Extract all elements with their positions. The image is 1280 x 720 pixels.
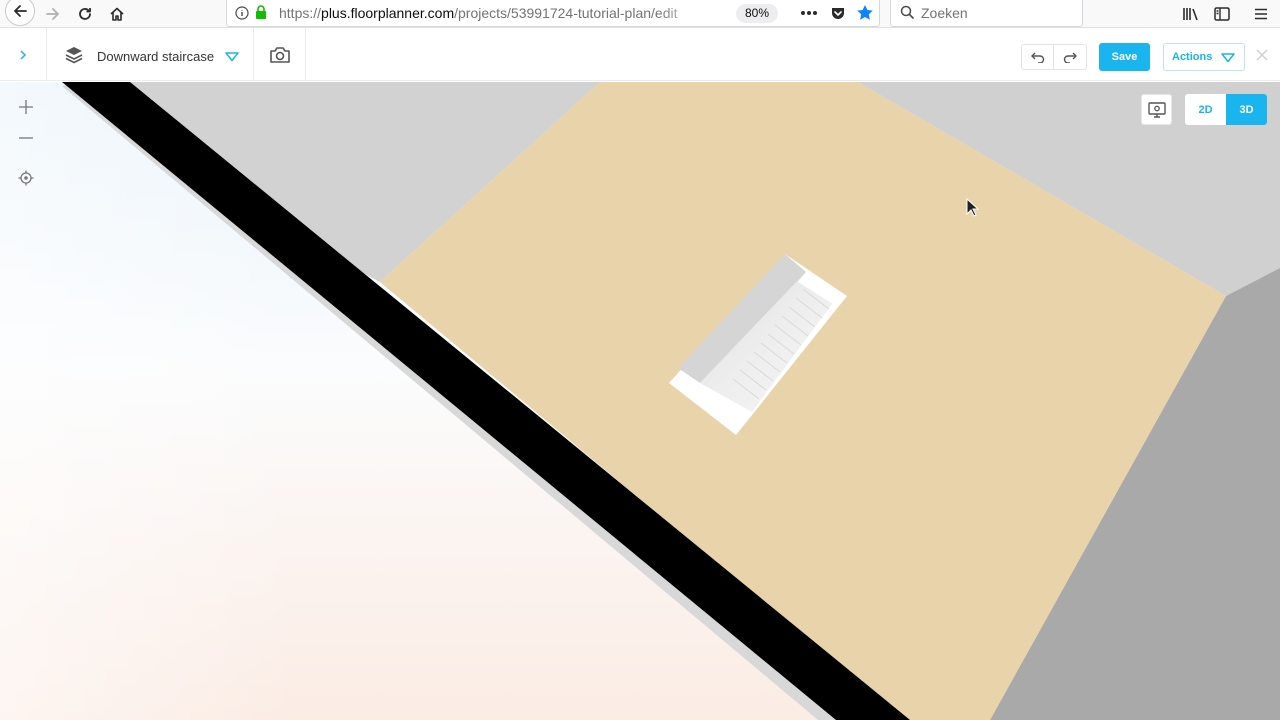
close-icon — [1256, 49, 1268, 61]
zoom-out-button[interactable] — [12, 124, 40, 152]
sidebar-button[interactable] — [1207, 0, 1237, 28]
minus-icon — [19, 137, 33, 139]
undo-button[interactable] — [1022, 45, 1054, 69]
3d-scene[interactable] — [0, 82, 1280, 720]
close-button[interactable] — [1252, 45, 1272, 65]
library-icon — [1183, 8, 1198, 21]
layers-icon — [65, 47, 83, 64]
redo-button[interactable] — [1054, 45, 1086, 69]
actions-label: Actions — [1172, 51, 1213, 63]
home-button[interactable] — [102, 0, 132, 28]
redo-icon — [1063, 52, 1077, 63]
url-fade — [657, 2, 707, 24]
search-input[interactable] — [921, 3, 1071, 23]
camera-icon — [270, 46, 290, 63]
plus-icon — [19, 100, 33, 114]
chevron-down-icon — [1221, 53, 1235, 63]
chevron-down-icon — [225, 52, 239, 62]
forward-button[interactable] — [38, 0, 68, 28]
hamburger-menu-icon — [1255, 8, 1267, 20]
zoom-level[interactable]: 80% — [736, 4, 779, 23]
menu-button[interactable] — [1246, 0, 1276, 28]
search-bar[interactable] — [890, 0, 1083, 27]
sidebar-icon — [1214, 7, 1230, 21]
bookmark-star-icon[interactable] — [856, 4, 874, 22]
pocket-icon[interactable] — [830, 5, 846, 21]
view-settings-button[interactable] — [1141, 94, 1172, 125]
lock-icon[interactable] — [255, 5, 267, 20]
3d-viewport[interactable] — [0, 82, 1280, 720]
search-icon — [900, 5, 915, 20]
address-bar[interactable]: https://plus.floorplanner.com/projects/5… — [226, 0, 880, 27]
chevron-right-icon — [20, 49, 27, 60]
more-actions-icon[interactable] — [800, 10, 818, 16]
expand-sidebar-button[interactable] — [0, 28, 47, 81]
reload-icon — [79, 8, 91, 20]
project-name: Downward staircase — [97, 49, 215, 64]
url-text: https://plus.floorplanner.com/projects/5… — [279, 5, 678, 21]
view-mode-toggle: 2D 3D — [1185, 94, 1267, 125]
arrow-right-icon — [46, 8, 59, 20]
library-button[interactable] — [1176, 0, 1206, 28]
view-3d-button[interactable]: 3D — [1226, 94, 1267, 125]
locate-icon — [18, 170, 34, 186]
camera-button[interactable] — [255, 28, 306, 81]
info-icon[interactable] — [235, 6, 249, 20]
undo-icon — [1030, 52, 1044, 63]
undo-redo-group — [1021, 44, 1087, 70]
app-toolbar: Downward staircase Save Actions — [0, 28, 1280, 81]
display-settings-icon — [1147, 101, 1166, 118]
back-button[interactable] — [4, 0, 36, 28]
home-icon — [110, 7, 124, 21]
zoom-in-button[interactable] — [12, 93, 40, 121]
reload-button[interactable] — [70, 0, 100, 28]
save-button[interactable]: Save — [1099, 43, 1150, 71]
browser-toolbar: https://plus.floorplanner.com/projects/5… — [0, 0, 1280, 28]
view-2d-button[interactable]: 2D — [1185, 94, 1226, 125]
project-selector[interactable]: Downward staircase — [48, 28, 254, 81]
center-view-button[interactable] — [12, 164, 40, 192]
actions-button[interactable]: Actions — [1163, 43, 1245, 71]
arrow-left-icon — [14, 5, 27, 17]
